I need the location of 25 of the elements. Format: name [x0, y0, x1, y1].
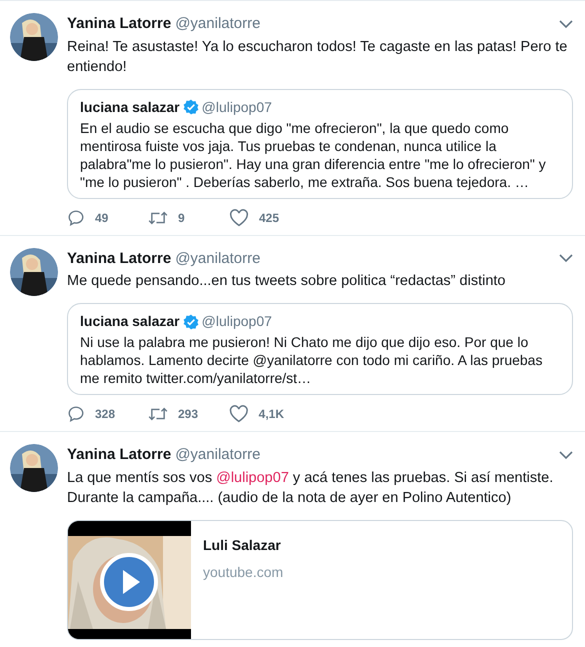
quoted-tweet-text: En el audio se escucha que digo "me ofrecieron", la que quedo como mentirosa fuiste vos jaja. Tus pruebas te condenan, nunca utilice la palabra"me lo pusieron". Hay una gran diferencia entre "me lo ofrecieron" y "me lo pusieron" . Deberías saberlo, me extraña. Sos buena tejedora. … — [80, 118, 547, 190]
tweet-text: Me quede pensando...en tus tweets sobre politica “redactas” distinto — [67, 272, 506, 291]
reply-count: 328 — [95, 406, 116, 423]
card-domain: youtube.com — [203, 562, 284, 582]
card-title: Luli Salazar — [203, 536, 282, 554]
retweet-count: 9 — [178, 210, 185, 226]
author-handle[interactable]: @yanilatorre — [175, 13, 260, 36]
reply-count: 49 — [95, 210, 108, 226]
tweet-text: Reina! Te asustaste! Ya lo escucharon todos! Te cagaste en las patas! Pero te entiendo! — [67, 38, 568, 76]
mention-link[interactable]: @lulipop07 — [216, 470, 289, 486]
author-name[interactable]: Yanina Latorre — [67, 13, 172, 36]
tweet-text: La que mentís sos vos @lulipop07 y acá tenes las pruebas. Si así mentiste. Durante la campaña.... (audio de la nota de ayer en Polino Autentico) — [67, 468, 554, 508]
author-handle[interactable]: @yanilatorre — [175, 444, 260, 466]
author-handle[interactable]: @yanilatorre — [175, 248, 260, 270]
like-count: 4,1K — [258, 406, 284, 423]
like-count: 425 — [259, 210, 280, 226]
author-name[interactable]: Yanina Latorre — [67, 444, 172, 466]
link-preview-card[interactable]: Luli Salazar youtube.com — [67, 520, 573, 640]
author-name[interactable]: Yanina Latorre — [67, 248, 172, 270]
quoted-author-name: luciana salazar — [80, 98, 180, 116]
quoted-author-name: luciana salazar — [80, 312, 180, 331]
quoted-author-handle: @lulipop07 — [202, 98, 272, 117]
quoted-tweet-text: Ni use la palabra me pusieron! Ni Chato me dijo que dijo eso. Por que lo hablamos. Lamento decirte @yanilatorre con todo mi cariño. A las pruebas me remito twitter.com/yanilatorre/st… — [80, 333, 544, 387]
quoted-author-handle: @lulipop07 — [202, 312, 272, 331]
retweet-count: 293 — [178, 406, 198, 423]
